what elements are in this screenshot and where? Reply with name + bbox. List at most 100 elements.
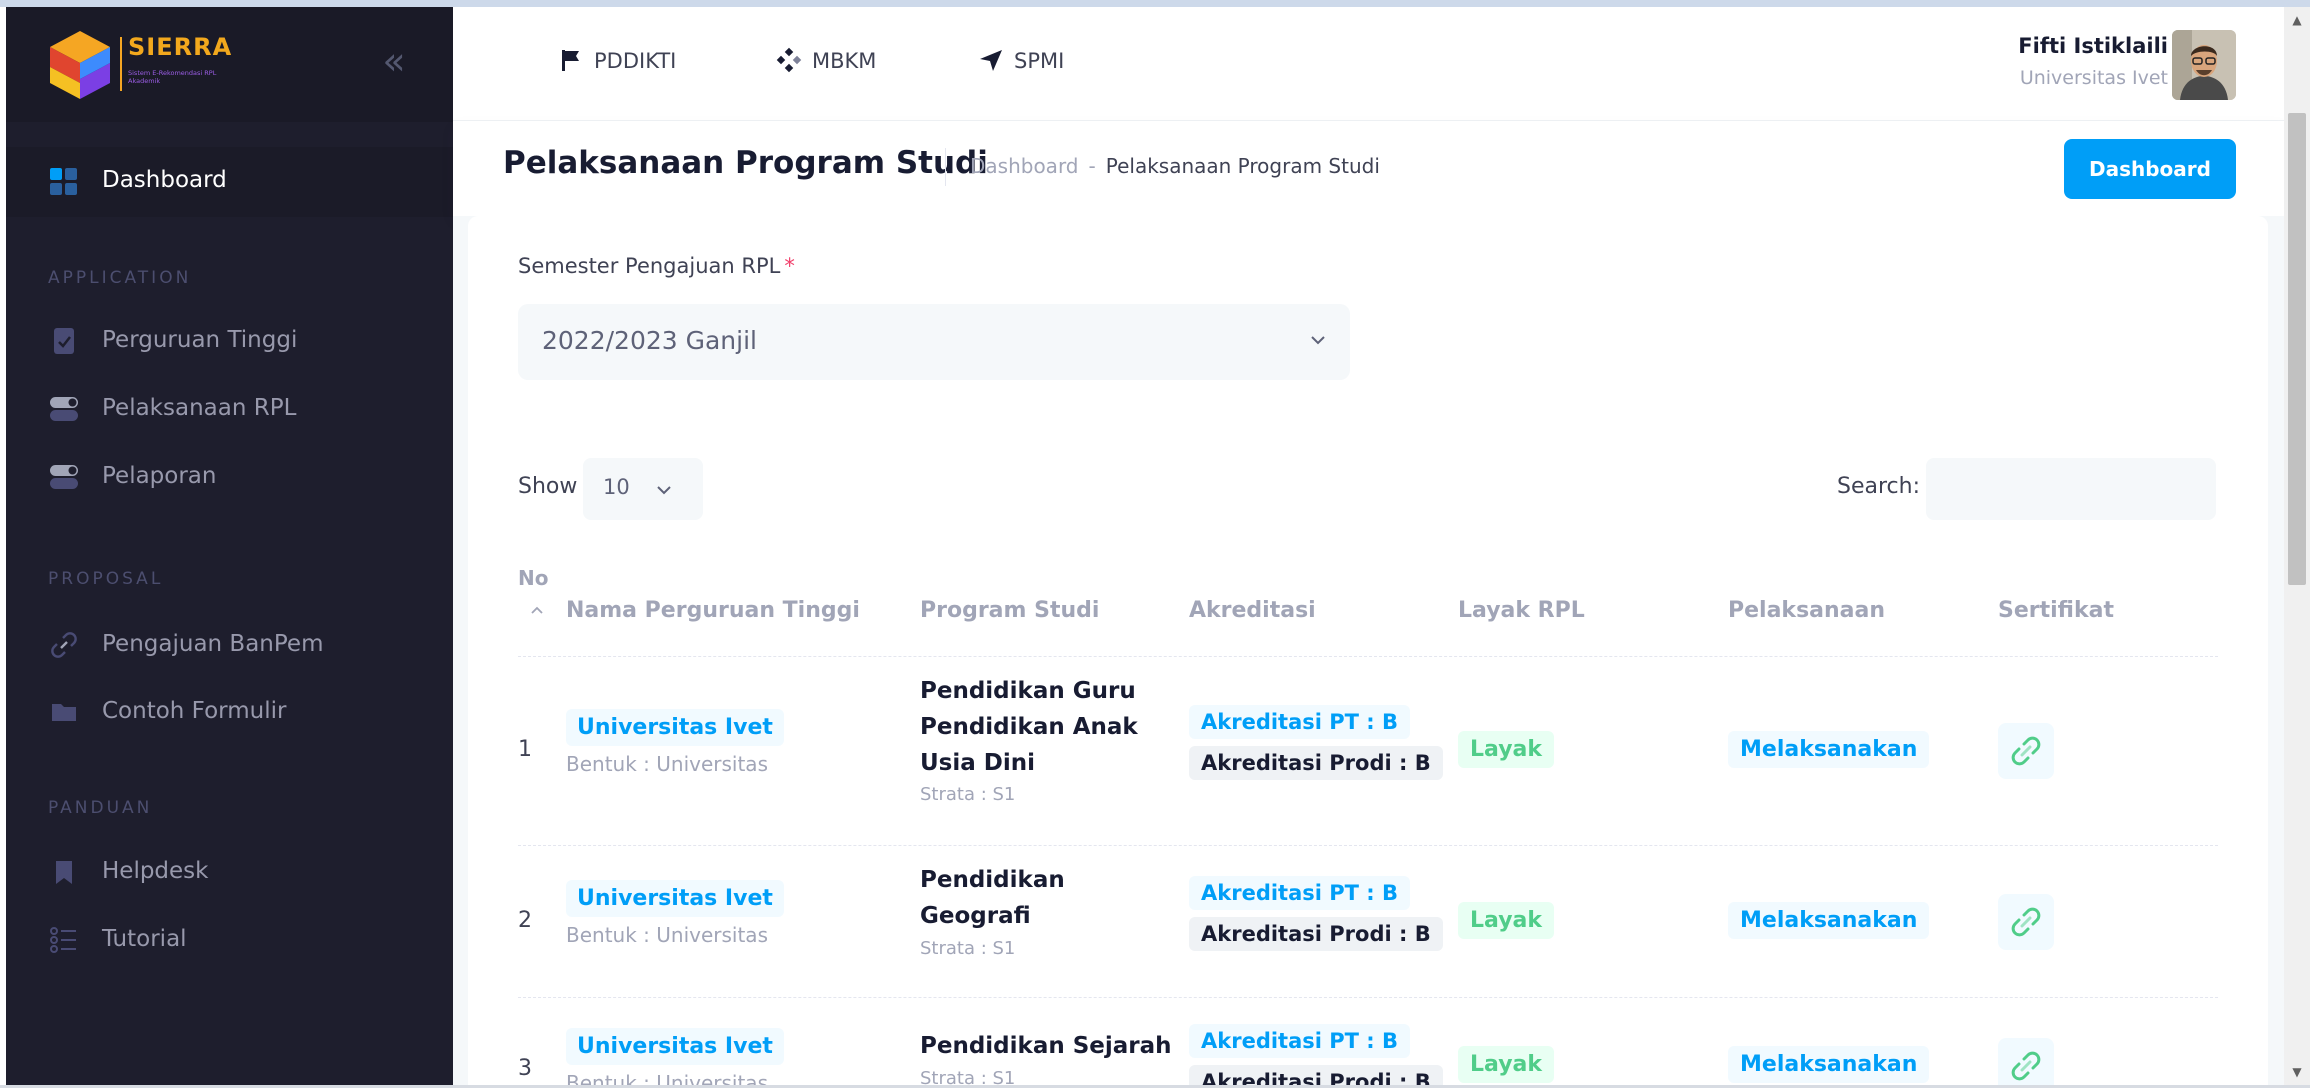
university-type: Bentuk : Universitas [566, 923, 768, 947]
sidebar-label: Pelaksanaan RPL [102, 395, 297, 421]
accreditation-pt-badge: Akreditasi PT : B [1189, 1024, 1411, 1058]
accreditation-prodi-badge: Akreditasi Prodi : B [1189, 1065, 1443, 1085]
flag-icon [558, 47, 584, 73]
column-header-pelaksanaan[interactable]: Pelaksanaan [1728, 598, 1885, 623]
certificate-link-button[interactable] [1998, 894, 2054, 950]
sidebar-item-perguruan-tinggi[interactable]: Perguruan Tinggi [6, 316, 453, 366]
broken-link-icon [2011, 907, 2041, 937]
university-badge[interactable]: Universitas Ivet [566, 709, 784, 746]
topnav-label: SPMI [1014, 49, 1065, 73]
row-number: 1 [518, 737, 532, 762]
broken-link-icon [2011, 1051, 2041, 1081]
sidebar-item-dashboard[interactable]: Dashboard [6, 147, 453, 217]
sidebar-label: Tutorial [102, 926, 187, 952]
topnav-link-mbkm[interactable]: MBKM [776, 47, 876, 79]
scroll-down-arrow-icon[interactable]: ▼ [2284, 1059, 2310, 1085]
section-application: APPLICATION [48, 268, 192, 288]
semester-label-text: Semester Pengajuan RPL [518, 254, 781, 278]
sidebar-label: Contoh Formulir [102, 698, 287, 724]
user-name[interactable]: Fifti Istiklaili [2018, 34, 2168, 58]
toggle-icon [50, 395, 78, 423]
sidebar-label-dashboard: Dashboard [102, 167, 227, 193]
content-card: Semester Pengajuan RPL * 2022/2023 Ganjil… [468, 216, 2268, 1085]
certificate-link-button[interactable] [1998, 723, 2054, 779]
send-icon [978, 47, 1004, 73]
show-entries-label: Show [518, 474, 578, 499]
logo-separator [120, 37, 122, 91]
browser-top-edge [0, 0, 2310, 7]
folder-icon [50, 698, 78, 726]
program-name[interactable]: Pendidikan Guru Pendidikan Anak Usia Din… [920, 673, 1180, 781]
dashboard-grid-icon [50, 168, 78, 196]
university-type: Bentuk : Universitas [566, 1071, 768, 1085]
sidebar-item-pelaksanaan-rpl[interactable]: Pelaksanaan RPL [6, 384, 453, 434]
eligibility-badge: Layak [1458, 731, 1555, 768]
sierra-logo-icon[interactable] [48, 29, 112, 101]
column-header-layak[interactable]: Layak RPL [1458, 598, 1585, 623]
sidebar-label: Perguruan Tinggi [102, 327, 298, 353]
sidebar-label: Pengajuan BanPem [102, 631, 324, 657]
sidebar-label: Pelaporan [102, 463, 217, 489]
accreditation-prodi-badge: Akreditasi Prodi : B [1189, 917, 1443, 951]
sidebar: SIERRA Sistem E-Rekomendasi RPL Akademik… [6, 7, 453, 1085]
scroll-up-arrow-icon[interactable]: ▲ [2284, 7, 2310, 33]
column-header-nama[interactable]: Nama Perguruan Tinggi [566, 598, 860, 623]
program-strata: Strata : S1 [920, 1068, 1016, 1085]
show-entries-select[interactable]: 10 [583, 458, 703, 520]
document-check-icon [50, 327, 78, 355]
dashboard-button[interactable]: Dashboard [2064, 139, 2236, 199]
sidebar-item-pengajuan-banpem[interactable]: Pengajuan BanPem [6, 620, 453, 670]
scrollbar-thumb[interactable] [2288, 113, 2306, 585]
main-content: Semester Pengajuan RPL * 2022/2023 Ganjil… [453, 216, 2284, 1085]
eligibility-badge: Layak [1458, 1046, 1555, 1083]
column-header-no: No [518, 566, 549, 590]
search-label: Search: [1837, 474, 1920, 499]
university-badge[interactable]: Universitas Ivet [566, 880, 784, 917]
sidebar-label: Helpdesk [102, 858, 209, 884]
sidebar-item-tutorial[interactable]: Tutorial [6, 915, 453, 965]
user-avatar[interactable] [2172, 30, 2236, 100]
university-type: Bentuk : Universitas [566, 752, 768, 776]
university-badge[interactable]: Universitas Ivet [566, 1028, 784, 1065]
semester-selected-value: 2022/2023 Ganjil [542, 326, 757, 355]
diamond-dots-icon [776, 47, 802, 73]
program-strata: Strata : S1 [920, 784, 1016, 805]
section-panduan: PANDUAN [48, 798, 153, 818]
program-name[interactable]: Pendidikan Geografi [920, 862, 1090, 934]
program-name[interactable]: Pendidikan Sejarah [920, 1028, 1180, 1064]
certificate-link-button[interactable] [1998, 1038, 2054, 1085]
program-strata: Strata : S1 [920, 938, 1016, 959]
brand-subtitle: Sistem E-Rekomendasi RPL Akademik [128, 69, 217, 85]
breadcrumb: Dashboard - Pelaksanaan Program Studi [970, 154, 1380, 178]
search-input[interactable] [1926, 458, 2216, 520]
brand-title: SIERRA [128, 33, 233, 61]
sidebar-item-contoh-formulir[interactable]: Contoh Formulir [6, 687, 453, 737]
table-row: 3 Universitas Ivet Bentuk : Universitas … [468, 998, 2268, 1085]
show-entries-value: 10 [603, 475, 630, 499]
topnav-link-spmi[interactable]: SPMI [978, 47, 1064, 79]
column-header-akreditasi[interactable]: Akreditasi [1189, 598, 1316, 623]
page-title: Pelaksanaan Program Studi [503, 145, 988, 181]
chevron-down-icon [655, 481, 673, 499]
topnav-link-pddikti[interactable]: PDDIKTI [558, 47, 676, 79]
page-scrollbar[interactable]: ▲ ▼ [2284, 7, 2310, 1085]
sort-ascending-icon[interactable] [530, 602, 544, 616]
table-row: 1 Universitas Ivet Bentuk : Universitas … [468, 657, 2268, 845]
sidebar-item-pelaporan[interactable]: Pelaporan [6, 452, 453, 502]
accreditation-pt-badge: Akreditasi PT : B [1189, 705, 1411, 739]
breadcrumb-separator: - [1088, 154, 1096, 178]
breadcrumb-dashboard-link[interactable]: Dashboard [970, 154, 1079, 178]
semester-select[interactable]: 2022/2023 Ganjil [518, 304, 1350, 380]
column-header-sertifikat[interactable]: Sertifikat [1998, 598, 2114, 623]
top-header: PDDIKTI MBKM SPMI Fifti Istiklaili Unive… [453, 7, 2284, 121]
accreditation-prodi-badge: Akreditasi Prodi : B [1189, 746, 1443, 780]
sidebar-item-helpdesk[interactable]: Helpdesk [6, 847, 453, 897]
collapse-sidebar-icon[interactable]: « [374, 42, 414, 83]
topnav-label: MBKM [812, 49, 877, 73]
column-header-prodi[interactable]: Program Studi [920, 598, 1099, 623]
section-proposal: PROPOSAL [48, 569, 164, 589]
title-separator [945, 148, 946, 186]
page-toolbar: Pelaksanaan Program Studi Dashboard - Pela… [453, 121, 2284, 216]
row-number: 2 [518, 908, 532, 933]
user-organization: Universitas Ivet [2019, 67, 2168, 89]
